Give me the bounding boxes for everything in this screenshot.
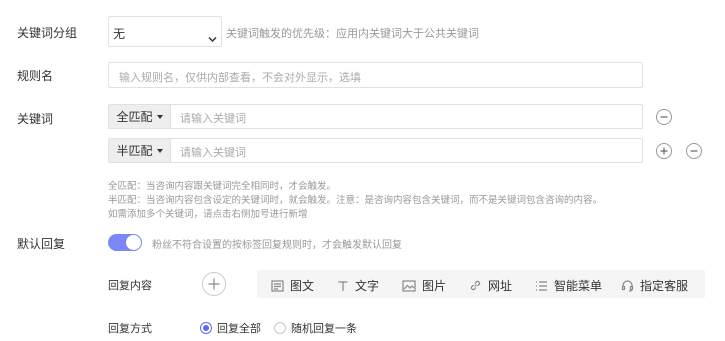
radio-checked-icon [200,322,212,334]
picture-icon [402,279,416,292]
add-keyword-button[interactable] [656,143,672,159]
default-reply-hint: 粉丝不符合设置的按标签回复规则时，才会触发默认回复 [152,240,402,251]
reply-mode-label: 回复方式 [108,322,152,335]
reply-mode-option-random[interactable]: 随机回复一条 [274,320,357,336]
reply-mode-option-label: 随机回复一条 [291,322,357,335]
text-icon [338,280,348,291]
reply-type-label: 图文 [290,279,315,293]
full-match-label: 全匹配 [116,110,153,124]
half-match-dropdown[interactable]: 半匹配 [108,138,170,163]
plus-icon [660,147,668,155]
caret-down-icon [156,148,163,153]
link-icon [470,280,481,291]
reply-mode-option-all[interactable]: 回复全部 [200,320,261,336]
menu-icon [536,280,547,291]
full-match-dropdown[interactable]: 全匹配 [108,104,170,129]
add-reply-button[interactable] [202,272,226,296]
keyword-note-half: 半匹配：当咨询内容包含设定的关键词时，就会触发。注意：是咨询内容包含关键词，而不… [108,195,603,206]
reply-content-label: 回复内容 [108,279,152,292]
toggle-knob [126,235,141,250]
reply-type-label: 智能菜单 [554,279,603,293]
reply-type-label: 图片 [422,279,447,293]
rule-name-placeholder: 输入规则名，仅供内部查看，不会对外显示，选填 [119,71,361,84]
default-reply-toggle[interactable] [108,234,142,251]
radio-unchecked-icon [274,322,286,334]
reply-type-link[interactable]: 网址 [469,277,512,294]
remove-keyword-button-1[interactable] [656,109,672,125]
rule-name-label: 规则名 [17,69,54,83]
minus-icon [660,116,668,118]
keyword-group-label: 关键词分组 [17,26,78,40]
reply-type-toolbar: 图文 文字 图片 网址 智能菜单 指定客服 [257,270,705,298]
headset-icon [621,280,634,292]
keyword-input-1-placeholder: 请输入关键词 [180,112,246,125]
reply-type-agent[interactable]: 指定客服 [621,277,688,294]
chevron-down-icon [208,28,217,47]
keyword-input-2[interactable]: 请输入关键词 [170,138,643,163]
reply-type-smart-menu[interactable]: 智能菜单 [535,277,602,294]
reply-type-label: 网址 [488,279,513,293]
keyword-note-add: 如需添加多个关键词，请点击右侧加号进行新增 [108,209,308,220]
keyword-group-hint: 关键词触发的优先级：应用内关键词大于公共关键词 [226,27,479,40]
reply-mode-option-label: 回复全部 [217,322,261,335]
keyword-input-1[interactable]: 请输入关键词 [170,104,643,129]
half-match-label: 半匹配 [116,144,153,158]
reply-type-text[interactable]: 文字 [337,277,379,294]
default-reply-label: 默认回复 [17,237,66,251]
rule-name-input[interactable]: 输入规则名，仅供内部查看，不会对外显示，选填 [108,62,643,88]
keyword-group-select[interactable]: 无 [108,16,222,47]
remove-keyword-button-2[interactable] [686,143,702,159]
keyword-input-2-placeholder: 请输入关键词 [180,146,246,159]
reply-type-picture[interactable]: 图片 [402,277,446,294]
image-text-icon [271,279,284,292]
caret-down-icon [156,114,163,119]
reply-type-label: 文字 [355,279,380,293]
keywords-label: 关键词 [17,112,54,126]
keyword-note-full: 全匹配：当咨询内容跟关键词完全相同时，才会触发。 [108,181,337,192]
reply-type-label: 指定客服 [640,279,689,293]
minus-icon [690,150,698,152]
keyword-group-select-value: 无 [113,27,126,41]
plus-icon [208,278,220,290]
reply-type-image-text[interactable]: 图文 [271,277,314,294]
